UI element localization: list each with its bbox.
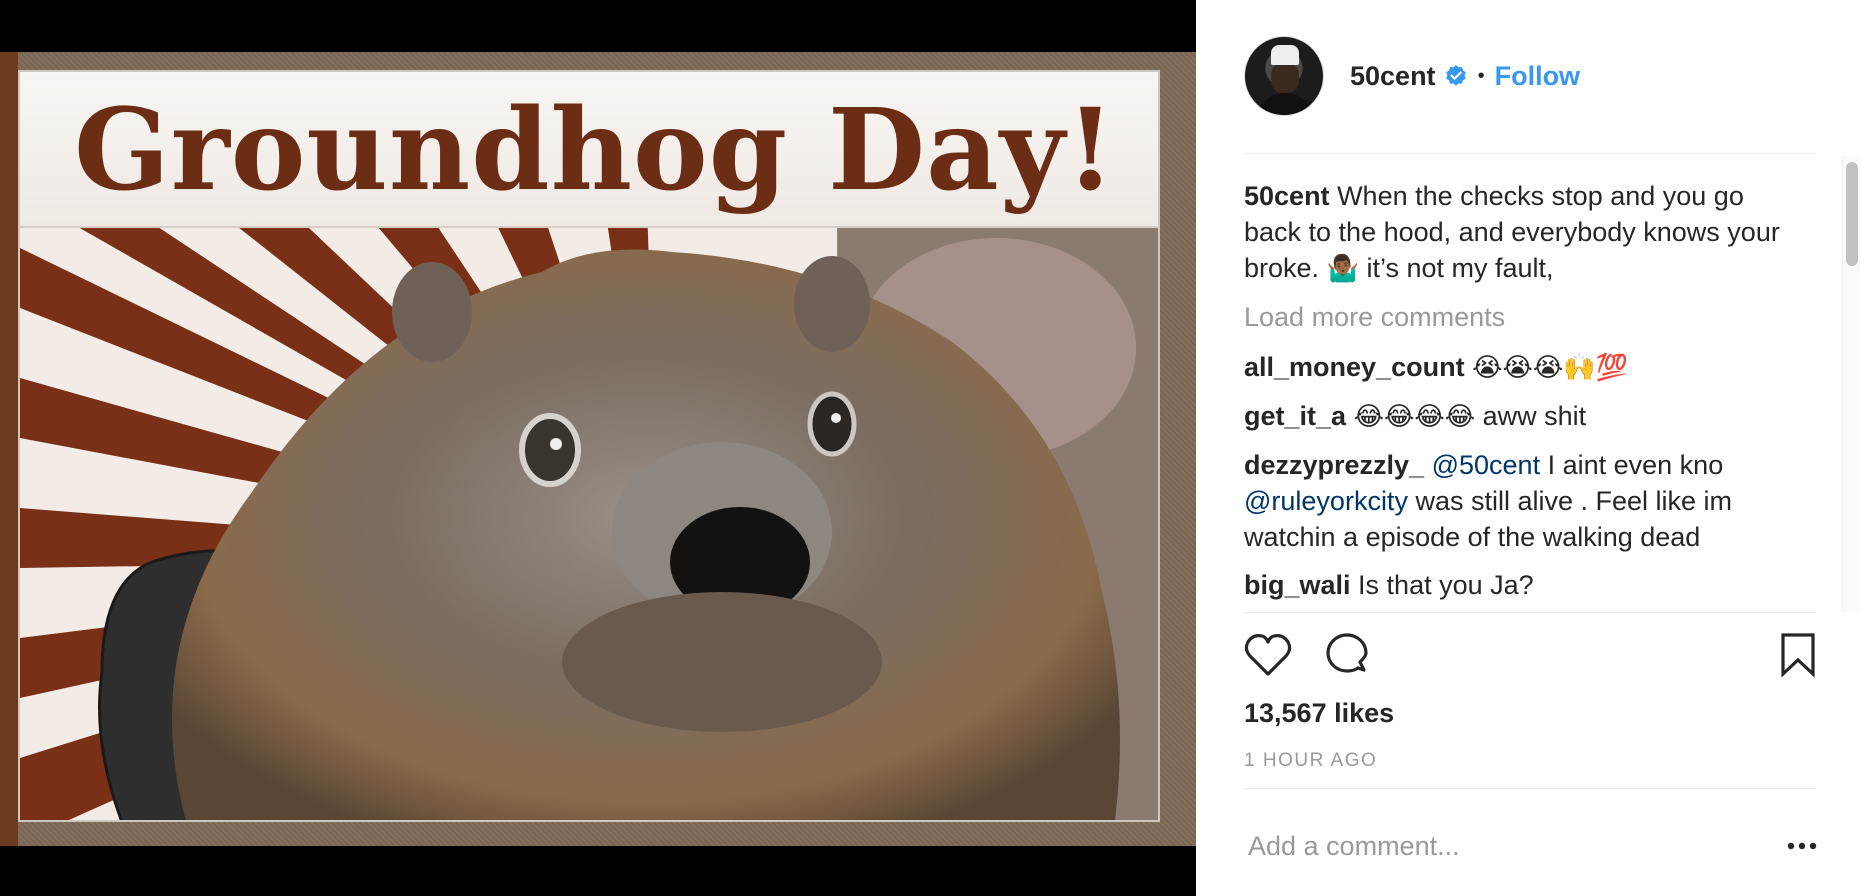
actions-divider (1244, 612, 1816, 613)
comment-mention-link[interactable]: @50cent (1432, 450, 1540, 480)
comment-emoji: 😂😂😂😂 (1353, 402, 1476, 432)
list-item: all_money_count 😭😭😭🙌💯 (1244, 349, 1804, 386)
verified-badge-icon (1445, 65, 1466, 86)
likes-count[interactable]: 13,567 likes (1244, 698, 1394, 729)
load-more-comments-button[interactable]: Load more comments (1244, 299, 1804, 335)
comment-text: aww shit (1482, 401, 1587, 431)
list-item: big_wali Is that you Ja? (1244, 567, 1804, 603)
heart-icon[interactable] (1244, 632, 1292, 678)
header-username[interactable]: 50cent (1350, 61, 1436, 92)
groundhog-photo (172, 249, 1120, 820)
comment-mention-link[interactable]: @ruleyorkcity (1244, 486, 1408, 516)
comment-icon[interactable] (1324, 632, 1370, 678)
post-header: 50cent • Follow (1244, 36, 1816, 116)
comment-text: I aint even kno (1547, 450, 1724, 480)
comments-list[interactable]: 50cent When the checks stop and you go b… (1244, 178, 1804, 610)
comments-scrollbar[interactable] (1842, 156, 1860, 612)
comment-username[interactable]: get_it_a (1244, 401, 1346, 431)
comment-username[interactable]: all_money_count (1244, 352, 1465, 382)
post-media[interactable]: Groundhog Day! (0, 0, 1196, 896)
post-side-panel: 50cent • Follow 50cent When the checks s… (1196, 0, 1864, 896)
poster: Groundhog Day! (18, 70, 1160, 822)
post-timestamp[interactable]: 1 HOUR AGO (1244, 750, 1377, 772)
list-item: dezzyprezzly_ @50cent I aint even kno @r… (1244, 447, 1804, 555)
add-comment-input[interactable] (1248, 826, 1668, 866)
header-separator: • (1477, 64, 1485, 87)
frame-edge (0, 52, 18, 846)
scrollbar-thumb[interactable] (1846, 162, 1858, 266)
action-bar (1244, 632, 1816, 680)
comment-text: Is that you Ja? (1358, 570, 1534, 600)
comment-text: 😭😭😭🙌💯 (1472, 353, 1628, 383)
poster-title-bar: Groundhog Day! (20, 72, 1158, 228)
poster-title: Groundhog Day! (74, 84, 1116, 216)
caption: 50cent When the checks stop and you go b… (1244, 178, 1804, 287)
comment-username[interactable]: dezzyprezzly_ (1244, 450, 1424, 480)
bookmark-icon[interactable] (1780, 632, 1816, 678)
comment-box-divider (1244, 788, 1816, 789)
list-item: get_it_a 😂😂😂😂 aww shit (1244, 398, 1804, 435)
avatar[interactable] (1244, 36, 1324, 116)
caption-text-end: it’s not my fault, (1366, 253, 1554, 283)
caption-emoji: 🤷🏾‍♂️ (1326, 254, 1359, 284)
header-divider (1244, 153, 1816, 154)
comment-username[interactable]: big_wali (1244, 570, 1351, 600)
more-options-icon[interactable] (1782, 826, 1822, 866)
follow-button[interactable]: Follow (1495, 61, 1580, 92)
caption-username[interactable]: 50cent (1244, 181, 1330, 211)
